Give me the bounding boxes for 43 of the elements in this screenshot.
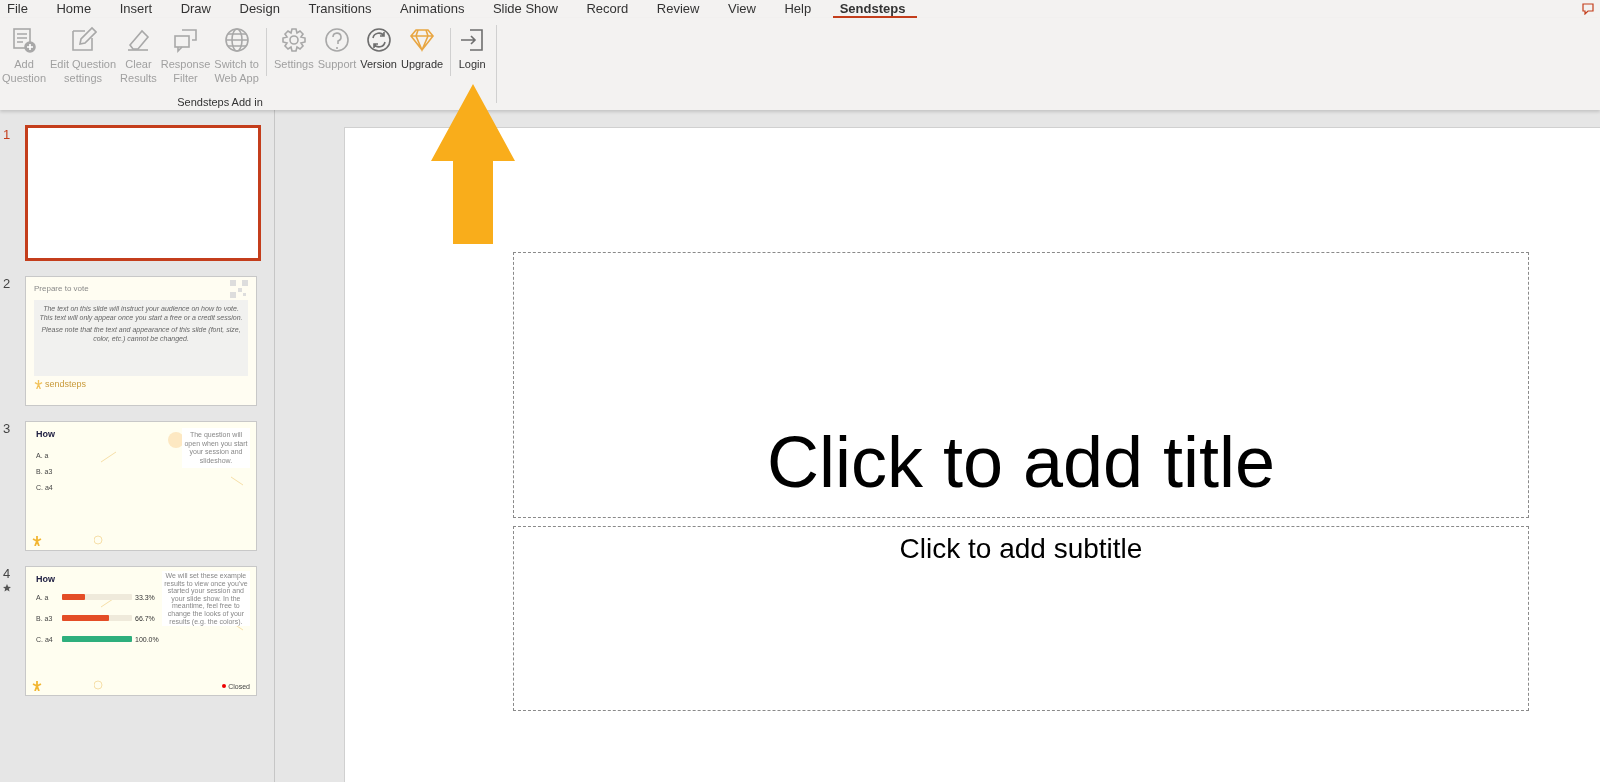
slide-number: 4: [3, 566, 11, 581]
slide-thumbnail[interactable]: [25, 125, 261, 261]
ribbon-tab[interactable]: Sendsteps: [832, 0, 917, 18]
ribbon-tab[interactable]: Slide Show: [485, 0, 570, 16]
globe-icon: [222, 26, 251, 54]
ribbon-button[interactable]: Version: [358, 26, 399, 71]
question-title: How: [36, 429, 56, 439]
logo-text: sendsteps: [45, 379, 87, 389]
ribbon-tab[interactable]: Animations: [393, 0, 476, 16]
chat-icon: [171, 26, 200, 54]
ribbon-tab[interactable]: Transitions: [301, 0, 384, 16]
slide-thumbnail[interactable]: [25, 276, 257, 406]
ribbon-tab[interactable]: File: [0, 0, 40, 16]
ribbon-button[interactable]: Upgrade: [398, 26, 446, 71]
ribbon-button[interactable]: Login: [456, 26, 489, 71]
subtitle-placeholder[interactable]: Click to add subtitle: [513, 526, 1529, 711]
slide-number: 3: [3, 421, 11, 436]
group-label: Sendsteps Add in: [176, 96, 264, 110]
ribbon-tab[interactable]: Design: [232, 0, 292, 16]
question-title: How: [36, 574, 56, 584]
ribbon-tab[interactable]: Help: [777, 0, 823, 16]
ribbon-tab[interactable]: Insert: [112, 0, 164, 16]
logo-icon: [34, 379, 43, 389]
help-icon: [322, 26, 351, 54]
settings-icon: [279, 26, 308, 54]
pencil-icon: [69, 26, 98, 54]
logo-icon: [32, 536, 42, 546]
slide-number: 2: [3, 276, 11, 291]
ribbon-tab[interactable]: Draw: [173, 0, 223, 16]
refresh-icon: [364, 26, 393, 54]
slide-number: 1: [3, 127, 11, 142]
slide-title: Prepare to vote: [34, 284, 89, 293]
slide-thumbnail[interactable]: [25, 566, 257, 696]
title-placeholder[interactable]: Click to add title: [513, 252, 1529, 518]
ribbon-tab[interactable]: Home: [49, 0, 103, 16]
diamond-icon: [408, 26, 437, 54]
qr-code-icon: [230, 280, 248, 298]
comment-icon[interactable]: [1582, 3, 1594, 15]
ribbon-tab[interactable]: Record: [579, 0, 640, 16]
ribbon-tab[interactable]: Review: [649, 0, 711, 16]
logo-icon: [32, 681, 42, 691]
ribbon-tab[interactable]: View: [721, 0, 768, 16]
add-document-icon: [10, 26, 38, 54]
